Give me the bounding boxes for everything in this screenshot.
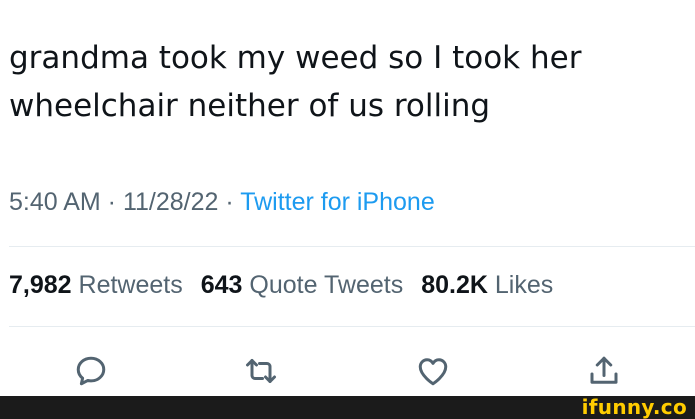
- like-button[interactable]: [409, 347, 457, 395]
- tweet-date[interactable]: 11/28/22: [123, 188, 218, 216]
- likes-label: Likes: [494, 271, 554, 299]
- retweet-button[interactable]: [237, 347, 285, 395]
- retweets-label: Retweets: [78, 271, 183, 299]
- tweet-text-line-1: grandma took my weed so I took her: [9, 40, 582, 76]
- tweet-stats: 7,982 Retweets 643 Quote Tweets 80.2K Li…: [9, 271, 553, 300]
- likes-stat[interactable]: 80.2K Likes: [421, 271, 553, 300]
- divider: [9, 326, 695, 327]
- tweet-text: grandma took my weed so I took her wheel…: [9, 34, 689, 130]
- reply-icon: [76, 356, 106, 386]
- tweet-metadata: 5:40 AM · 11/28/22 · Twitter for iPhone: [9, 188, 435, 217]
- meta-separator: ·: [218, 188, 241, 216]
- meta-separator: ·: [100, 188, 123, 216]
- tweet-source-link[interactable]: Twitter for iPhone: [240, 188, 435, 216]
- quote-tweets-stat[interactable]: 643 Quote Tweets: [201, 271, 403, 300]
- tweet-text-line-2: wheelchair neither of us rolling: [9, 88, 491, 124]
- share-button[interactable]: [580, 347, 628, 395]
- reply-button[interactable]: [67, 347, 115, 395]
- heart-icon: [418, 358, 448, 386]
- retweets-count: 7,982: [9, 271, 72, 299]
- likes-count: 80.2K: [421, 271, 488, 299]
- quote-tweets-count: 643: [200, 271, 243, 299]
- quote-tweets-label: Quote Tweets: [249, 271, 404, 299]
- tweet-actions: [0, 347, 695, 395]
- divider: [9, 246, 695, 247]
- retweets-stat[interactable]: 7,982 Retweets: [9, 271, 183, 300]
- watermark-bar: ifunny.co: [0, 396, 695, 419]
- tweet-time[interactable]: 5:40 AM: [9, 188, 101, 216]
- retweet-icon: [246, 359, 276, 383]
- share-icon: [590, 356, 618, 384]
- ifunny-watermark: ifunny.co: [581, 395, 687, 419]
